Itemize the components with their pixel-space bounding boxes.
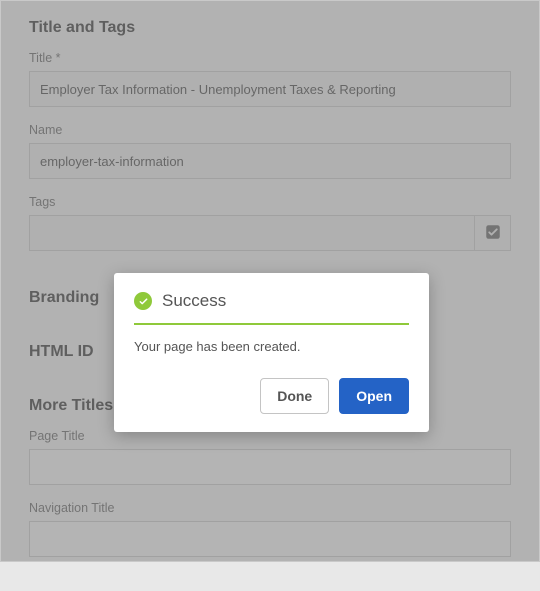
dialog-actions: Done Open <box>134 378 409 414</box>
done-button[interactable]: Done <box>260 378 329 414</box>
open-button-label: Open <box>356 388 392 404</box>
modal-overlay: Success Your page has been created. Done… <box>1 1 539 561</box>
dialog-header: Success <box>134 291 409 325</box>
success-check-icon <box>134 292 152 310</box>
dialog-message: Your page has been created. <box>134 339 409 354</box>
open-button[interactable]: Open <box>339 378 409 414</box>
done-button-label: Done <box>277 388 312 404</box>
dialog-title: Success <box>162 291 226 311</box>
success-dialog: Success Your page has been created. Done… <box>114 273 429 432</box>
